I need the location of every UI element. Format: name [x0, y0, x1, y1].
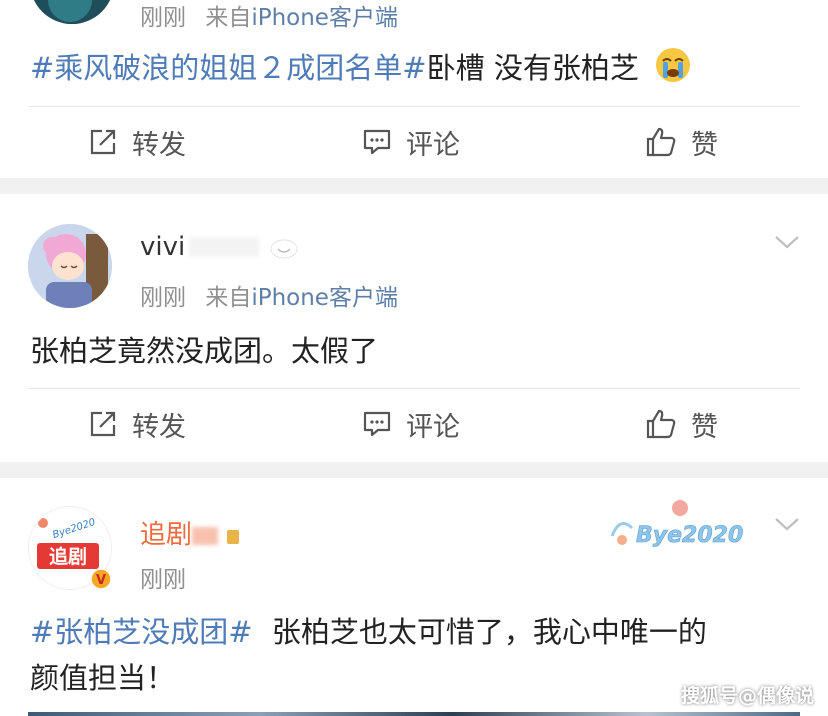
like-button[interactable]: 赞	[645, 107, 718, 177]
like-label: 赞	[691, 129, 718, 161]
hashtag-link[interactable]: #乘风破浪的姐姐２成团名单#	[30, 51, 427, 85]
comment-button[interactable]: 评论	[362, 107, 460, 177]
username-text: vivi	[140, 232, 186, 262]
like-button[interactable]: 赞	[645, 389, 718, 459]
post-body-line1: 张柏芝也太可惜了，我心中唯一的	[271, 615, 707, 649]
watermark: 搜狐号@偶像说	[680, 685, 814, 707]
post-body: 张柏芝竟然没成团。太假了	[30, 334, 379, 368]
action-bar: 转发 评论 赞	[0, 107, 828, 177]
username[interactable]: vivi	[140, 232, 298, 266]
repost-label: 转发	[132, 129, 186, 161]
chevron-down-icon[interactable]	[774, 516, 800, 536]
thumbs-up-icon	[645, 126, 677, 158]
username-blur	[192, 527, 219, 545]
hashtag-link[interactable]: #张柏芝没成团#	[30, 615, 253, 649]
comment-button[interactable]: 评论	[362, 389, 460, 459]
action-bar: 转发 评论 赞	[0, 389, 828, 459]
client-link[interactable]: 客户端	[329, 285, 398, 311]
username-blur	[189, 237, 260, 257]
comment-icon	[362, 409, 392, 439]
post-meta: 刚刚 来自iPhone客户端	[140, 278, 398, 312]
comment-icon	[362, 127, 392, 157]
device-link[interactable]: iPhone	[251, 285, 329, 311]
avatar[interactable]	[30, 0, 114, 24]
repost-icon	[88, 127, 118, 157]
source-prefix: 来自	[205, 285, 252, 311]
feed-separator	[0, 178, 828, 194]
like-label: 赞	[691, 411, 718, 443]
verified-badge-icon: V	[90, 568, 112, 594]
post-text-line2: 颜值担当！	[30, 654, 175, 702]
image-strip	[28, 712, 800, 716]
post-body: 卧槽 没有张柏芝	[426, 51, 639, 85]
username[interactable]: 追剧	[140, 514, 240, 553]
card-sticker-text: Bye2020	[636, 523, 743, 548]
crying-face-icon	[654, 46, 692, 98]
membership-badge-icon	[226, 523, 240, 553]
feed-post-2: vivi 刚刚 来自iPhone客户端 张柏芝竟然没成团。太假了 转发 评论 赞	[0, 194, 828, 462]
comment-label: 评论	[406, 411, 460, 443]
post-meta: 刚刚 来自iPhone客户端	[140, 0, 398, 32]
timestamp: 刚刚	[140, 567, 186, 593]
repost-button[interactable]: 转发	[88, 107, 186, 177]
post-text: 张柏芝竟然没成团。太假了	[30, 327, 378, 375]
post-text: #张柏芝没成团# 张柏芝也太可惜了，我心中唯一的	[30, 608, 707, 656]
source-prefix: 来自	[205, 5, 252, 31]
card-sticker: Bye2020	[608, 496, 758, 552]
comment-label: 评论	[406, 129, 460, 161]
feed-separator	[0, 462, 828, 478]
svg-text:V: V	[96, 573, 106, 588]
repost-label: 转发	[132, 411, 186, 443]
repost-icon	[88, 409, 118, 439]
client-link[interactable]: 客户端	[329, 5, 398, 31]
post-meta: 刚刚	[140, 560, 186, 594]
timestamp: 刚刚	[140, 5, 186, 31]
avatar-logo-text: 追剧	[49, 545, 87, 568]
chevron-down-icon[interactable]	[774, 234, 800, 254]
repost-button[interactable]: 转发	[88, 389, 186, 459]
timestamp: 刚刚	[140, 285, 186, 311]
username-text: 追剧	[140, 520, 193, 550]
post-body-line2: 颜值担当！	[30, 661, 176, 695]
device-link[interactable]: iPhone	[251, 5, 329, 31]
profile-badge-icon	[270, 236, 298, 266]
post-text: #乘风破浪的姐姐２成团名单#卧槽 没有张柏芝	[30, 44, 692, 98]
avatar[interactable]	[28, 224, 112, 308]
feed-post-1: 刚刚 来自iPhone客户端 #乘风破浪的姐姐２成团名单#卧槽 没有张柏芝 转发	[0, 0, 828, 178]
thumbs-up-icon	[645, 408, 677, 440]
